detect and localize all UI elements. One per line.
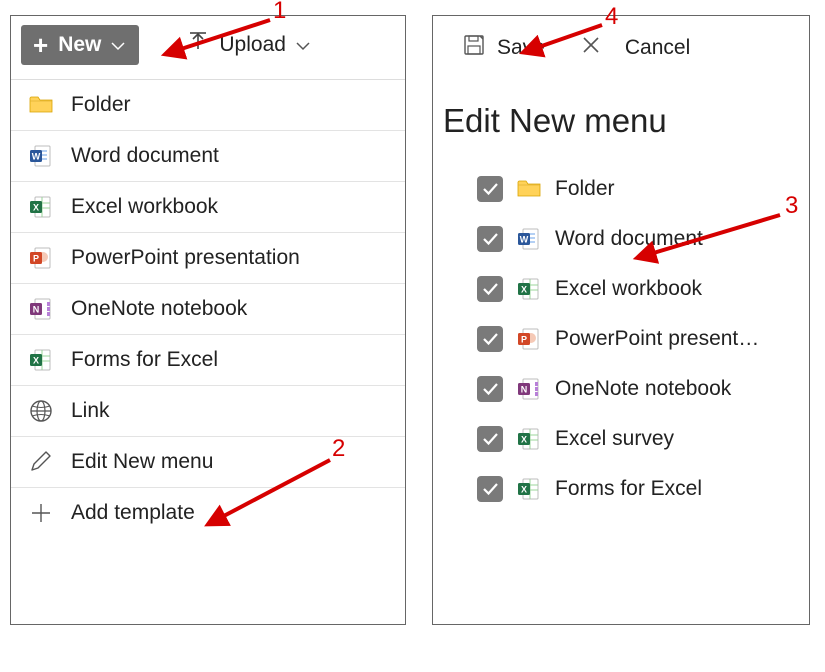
checkbox[interactable] — [477, 326, 503, 352]
close-icon — [581, 35, 613, 61]
menu-item-powerpoint[interactable]: PowerPoint presentation — [11, 233, 405, 284]
onenote-icon — [29, 297, 53, 321]
annotation-number-2: 2 — [332, 435, 345, 463]
toolbar: + New Upload — [11, 16, 405, 65]
annotation-number-4: 4 — [605, 3, 618, 31]
menu-item-label: Add template — [71, 501, 195, 525]
new-button[interactable]: + New — [21, 25, 139, 65]
checkbox[interactable] — [477, 276, 503, 302]
menu-item-label: Edit New menu — [71, 450, 213, 474]
save-button-label: Save — [497, 36, 545, 60]
menu-item-link[interactable]: Link — [11, 386, 405, 437]
edit-item-folder: Folder — [477, 164, 809, 214]
chevron-down-icon — [296, 33, 310, 57]
edit-new-menu-panel: Save Cancel Edit New menu Folder Word do… — [432, 15, 810, 625]
menu-item-add-template[interactable]: Add template — [11, 488, 405, 538]
edit-item-onenote: OneNote notebook — [477, 364, 809, 414]
menu-item-label: Excel workbook — [71, 195, 218, 219]
edit-item-forms-excel: Forms for Excel — [477, 464, 809, 514]
new-menu-panel: + New Upload Folder Word document — [10, 15, 406, 625]
edit-item-label: Excel workbook — [555, 277, 702, 301]
folder-icon — [29, 93, 53, 117]
save-button[interactable]: Save — [463, 34, 545, 62]
checkbox[interactable] — [477, 226, 503, 252]
plus-icon — [29, 501, 53, 525]
checkbox[interactable] — [477, 426, 503, 452]
annotation-number-3: 3 — [785, 192, 798, 220]
edit-item-word: Word document — [477, 214, 809, 264]
menu-item-excel[interactable]: Excel workbook — [11, 182, 405, 233]
chevron-down-icon — [111, 33, 125, 57]
powerpoint-icon — [517, 327, 541, 351]
upload-button[interactable]: Upload — [187, 31, 310, 59]
menu-item-label: OneNote notebook — [71, 297, 247, 321]
panel-toolbar: Save Cancel — [433, 16, 809, 62]
menu-item-label: PowerPoint presentation — [71, 246, 300, 270]
excel-icon — [29, 348, 53, 372]
edit-item-label: Excel survey — [555, 427, 674, 451]
menu-item-forms-excel[interactable]: Forms for Excel — [11, 335, 405, 386]
plus-icon: + — [33, 35, 48, 55]
menu-item-onenote[interactable]: OneNote notebook — [11, 284, 405, 335]
edit-item-excel-survey: Excel survey — [477, 414, 809, 464]
new-menu-list: Folder Word document Excel workbook Powe… — [11, 79, 405, 538]
menu-item-edit-new-menu[interactable]: Edit New menu — [11, 437, 405, 488]
edit-item-label: Word document — [555, 227, 703, 251]
excel-icon — [29, 195, 53, 219]
checkbox[interactable] — [477, 476, 503, 502]
new-button-label: New — [58, 33, 101, 57]
pencil-icon — [29, 450, 53, 474]
menu-item-word[interactable]: Word document — [11, 131, 405, 182]
edit-item-excel: Excel workbook — [477, 264, 809, 314]
powerpoint-icon — [29, 246, 53, 270]
edit-item-label: Folder — [555, 177, 615, 201]
excel-icon — [517, 277, 541, 301]
save-icon — [463, 34, 497, 62]
onenote-icon — [517, 377, 541, 401]
edit-item-label: OneNote notebook — [555, 377, 731, 401]
upload-icon — [187, 31, 209, 59]
cancel-button[interactable]: Cancel — [581, 35, 690, 61]
menu-item-label: Link — [71, 399, 110, 423]
excel-icon — [517, 427, 541, 451]
menu-item-label: Forms for Excel — [71, 348, 218, 372]
cancel-button-label: Cancel — [625, 36, 690, 60]
checkbox[interactable] — [477, 176, 503, 202]
edit-item-label: PowerPoint present… — [555, 327, 759, 351]
upload-button-label: Upload — [219, 33, 286, 57]
menu-item-label: Word document — [71, 144, 219, 168]
checkbox[interactable] — [477, 376, 503, 402]
menu-item-folder[interactable]: Folder — [11, 80, 405, 131]
edit-item-powerpoint: PowerPoint present… — [477, 314, 809, 364]
excel-icon — [517, 477, 541, 501]
annotation-number-1: 1 — [273, 0, 286, 25]
globe-icon — [29, 399, 53, 423]
edit-item-label: Forms for Excel — [555, 477, 702, 501]
panel-title: Edit New menu — [433, 62, 809, 158]
folder-icon — [517, 177, 541, 201]
menu-item-label: Folder — [71, 93, 131, 117]
word-icon — [29, 144, 53, 168]
edit-new-menu-list: Folder Word document Excel workbook Powe… — [433, 158, 809, 514]
word-icon — [517, 227, 541, 251]
